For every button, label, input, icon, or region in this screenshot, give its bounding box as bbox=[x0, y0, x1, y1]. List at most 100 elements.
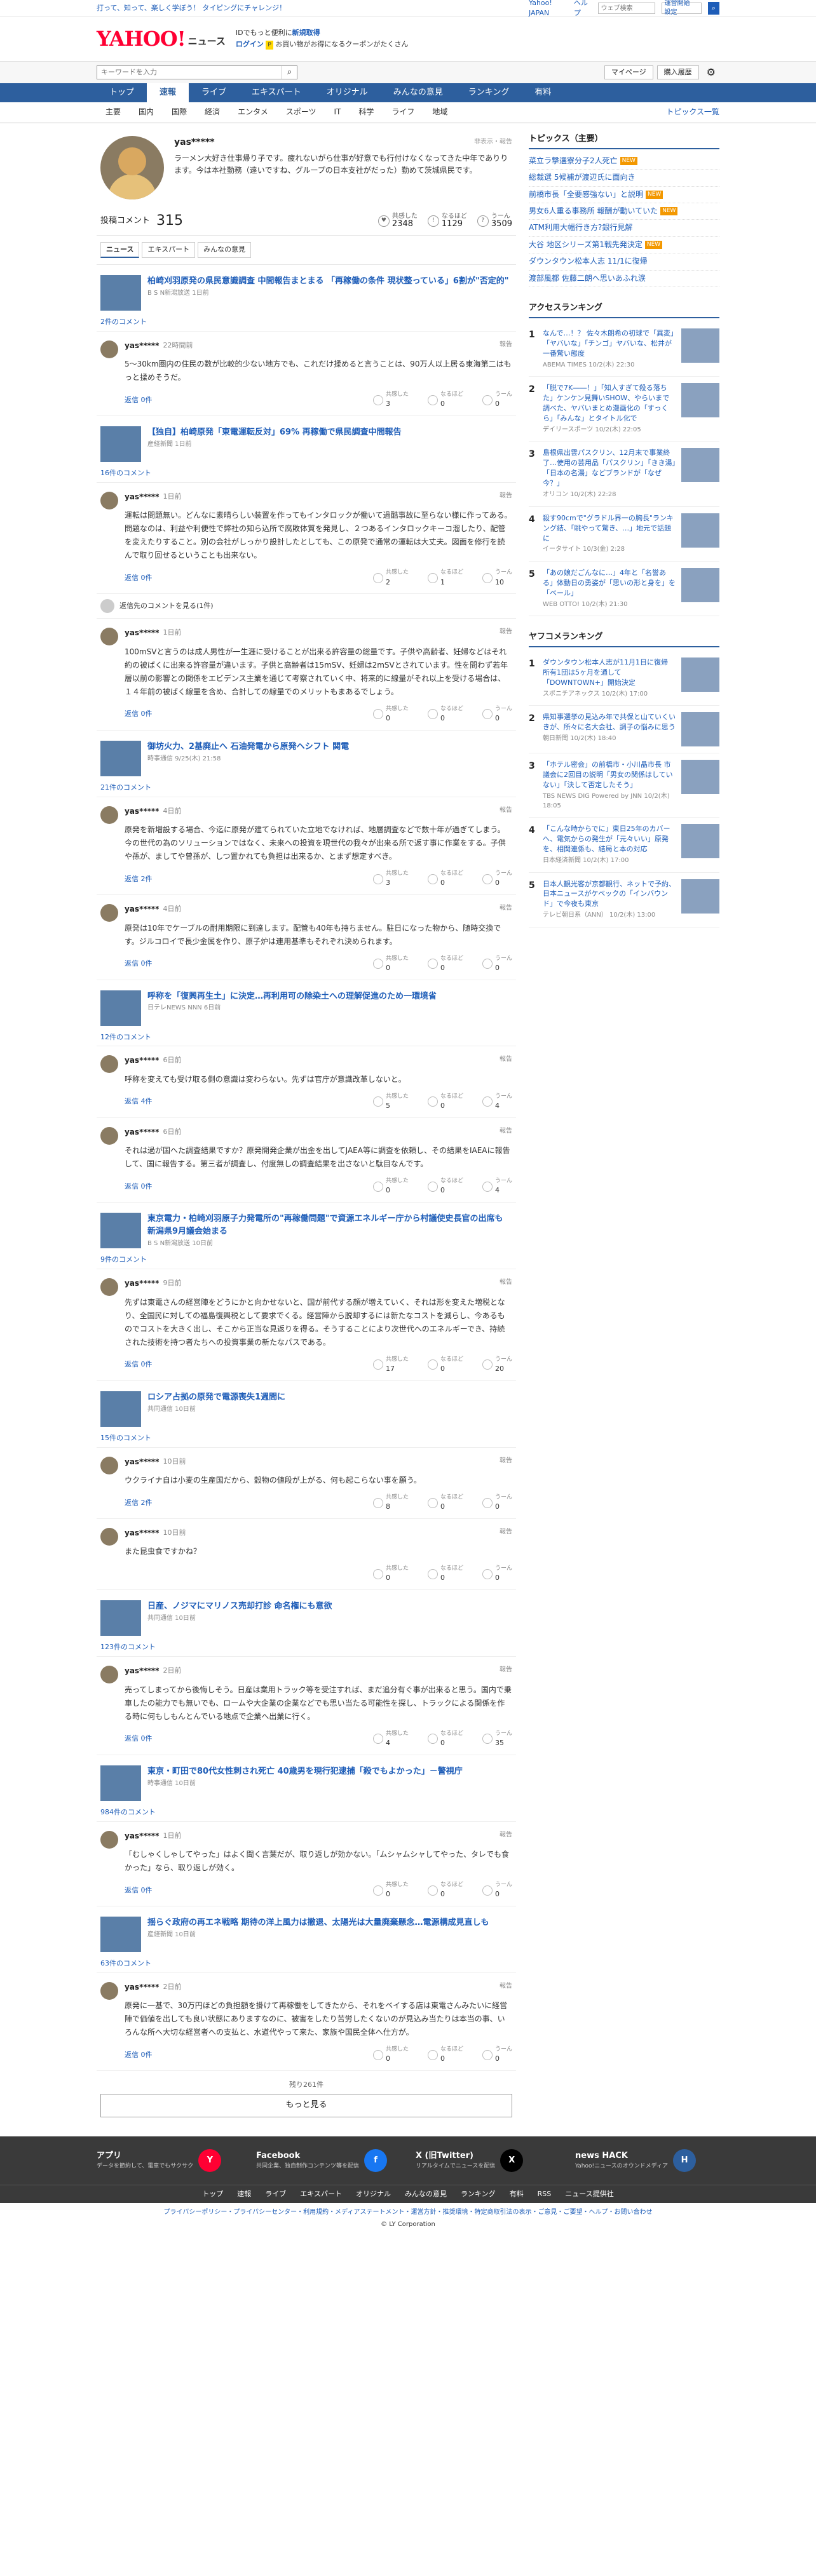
rank-title[interactable]: 「脱で7K――！」「知人すぎて殺る落ちた」ケンケン見舞いSHOW、やらいまで調べ… bbox=[543, 383, 676, 424]
empathy-button[interactable]: 共感した 3 bbox=[372, 870, 409, 888]
hmm-button[interactable]: うーん 0 bbox=[482, 391, 512, 409]
hmm-button[interactable]: うーん 0 bbox=[482, 1881, 512, 1899]
hide-report-link[interactable]: 非表示・報告 bbox=[474, 138, 512, 147]
naruhodo-button[interactable]: なるほど 0 bbox=[427, 870, 463, 888]
report-link[interactable]: 報告 bbox=[500, 1055, 512, 1066]
empathy-button[interactable]: 共感した 0 bbox=[372, 1565, 409, 1583]
hmm-button[interactable]: うーん 0 bbox=[482, 1565, 512, 1583]
cnav-world[interactable]: 国際 bbox=[163, 107, 196, 118]
rank-title[interactable]: なんで…！？ 佐々木朗希の初球で「異変」「ヤバいな」「チンゴ」ヤバいな、松井が一… bbox=[543, 328, 676, 359]
topic-link[interactable]: 前橋市長「全要感強ない」と説明 bbox=[529, 189, 643, 200]
gnav-ranking[interactable]: ランキング bbox=[456, 83, 522, 102]
comment-rank-item[interactable]: 3 「ホテル密会」の前橋市・小川晶市長 市議会に2回目の説明「男女の関係はしていな… bbox=[529, 753, 719, 818]
news-search-button[interactable]: ⌕ bbox=[282, 66, 297, 79]
reply-link[interactable]: 返信 2件 bbox=[125, 874, 153, 884]
report-link[interactable]: 報告 bbox=[500, 1528, 512, 1539]
yahoo-japan-link[interactable]: Yahoo! JAPAN bbox=[529, 0, 568, 18]
comment-count-link[interactable]: 15件のコメント bbox=[97, 1431, 516, 1448]
gnav-expert[interactable]: エキスパート bbox=[239, 83, 314, 102]
comment-rank-item[interactable]: 2 県知事選挙の見込み年で共保と山ていくいきが、所々に名大会社、調子の悩みに思う朝… bbox=[529, 706, 719, 754]
comment-user[interactable]: yas***** bbox=[125, 1457, 159, 1467]
help-link[interactable]: ヘルプ bbox=[574, 0, 592, 18]
comment-user[interactable]: yas***** bbox=[125, 341, 159, 351]
gnav-opinion[interactable]: みんなの意見 bbox=[381, 83, 456, 102]
article-title-link[interactable]: 御坊火力、2基廃止へ 石油発電から原発ヘシフト 関電 bbox=[147, 742, 349, 752]
article-thumbnail[interactable] bbox=[100, 1213, 141, 1249]
report-link[interactable]: 報告 bbox=[500, 806, 512, 817]
footer-nav-link[interactable]: トップ bbox=[202, 2189, 223, 2199]
legal-links[interactable]: プライバシーポリシー・プライバシーセンター・利用規約・メディアステートメント・運… bbox=[0, 2203, 816, 2220]
hmm-button[interactable]: うーん 35 bbox=[482, 1730, 512, 1748]
topic-item[interactable]: 大谷 地区シリーズ第1戦先発決定 NEW bbox=[529, 237, 719, 254]
cnav-main[interactable]: 主要 bbox=[97, 107, 130, 118]
topic-link[interactable]: ダウンタウン松本人志 11/1に復帰 bbox=[529, 256, 648, 267]
gnav-breaking[interactable]: 速報 bbox=[147, 83, 189, 102]
footer-item[interactable]: X (旧Twitter) リアルタイムでニュースを配信 X bbox=[416, 2149, 560, 2173]
comment-rank-item[interactable]: 5 日本人観光客が京都観行、ネットで予約、日本ニュースがケベックの「インバウンド」… bbox=[529, 873, 719, 927]
comment-user[interactable]: yas***** bbox=[125, 1127, 159, 1138]
mypage-button[interactable]: マイページ bbox=[604, 65, 653, 79]
hmm-button[interactable]: うーん 0 bbox=[482, 705, 512, 724]
rank-title[interactable]: 「ホテル密会」の前橋市・小川晶市長 市議会に2回目の説明「男女の関係はしていない… bbox=[543, 760, 676, 790]
typing-promo-link[interactable]: 打って、知って、楽しく学ぼう！ タイピングにチャレンジ！ bbox=[97, 3, 286, 13]
footer-nav-link[interactable]: オリジナル bbox=[356, 2189, 391, 2199]
search-option-select[interactable]: 運営開始 設定 bbox=[661, 0, 702, 16]
tab-expert[interactable]: エキスパート bbox=[142, 241, 196, 258]
footer-nav-link[interactable]: エキスパート bbox=[300, 2189, 342, 2199]
comment-count-link[interactable]: 16件のコメント bbox=[97, 466, 516, 483]
access-rank-item[interactable]: 1 なんで…！？ 佐々木朗希の初球で「異変」「ヤバいな」「チンゴ」ヤバいな、松井が… bbox=[529, 322, 719, 377]
footer-nav-link[interactable]: RSS bbox=[538, 2189, 552, 2199]
comment-user[interactable]: yas***** bbox=[125, 904, 159, 915]
reply-link[interactable]: 返信 0件 bbox=[125, 1734, 153, 1744]
rank-title[interactable]: 県知事選挙の見込み年で共保と山ていくいきが、所々に名大会社、調子の悩みに思う bbox=[543, 712, 676, 732]
topic-item[interactable]: ダウンタウン松本人志 11/1に復帰 bbox=[529, 253, 719, 271]
reply-link[interactable]: 返信 0件 bbox=[125, 573, 153, 583]
access-rank-item[interactable]: 3 島根県出雲パスクリン、12月末で事業終了…使用の芸用品「パスクリン」「きき湯」… bbox=[529, 442, 719, 507]
gnav-original[interactable]: オリジナル bbox=[314, 83, 381, 102]
naruhodo-button[interactable]: なるほど 0 bbox=[427, 705, 463, 724]
comment-count-link[interactable]: 21件のコメント bbox=[97, 780, 516, 797]
article-title-link[interactable]: 日産、ノジマにマリノス売却打診 命名権にも意欲 bbox=[147, 1602, 332, 1611]
comment-user[interactable]: yas***** bbox=[125, 1831, 159, 1842]
empathy-button[interactable]: 共感した 0 bbox=[372, 1881, 409, 1899]
footer-nav-link[interactable]: ランキング bbox=[461, 2189, 496, 2199]
naruhodo-button[interactable]: なるほど 0 bbox=[427, 1881, 463, 1899]
gnav-paid[interactable]: 有料 bbox=[522, 83, 564, 102]
naruhodo-button[interactable]: なるほど 0 bbox=[427, 2046, 463, 2064]
comment-rank-item[interactable]: 4 「こんな時からでに」東日25年のカバーへ、電気からの発生が「元々いい」原発を、… bbox=[529, 818, 719, 873]
cnav-sports[interactable]: スポーツ bbox=[277, 107, 325, 118]
web-search-input[interactable] bbox=[597, 3, 655, 14]
report-link[interactable]: 報告 bbox=[500, 1278, 512, 1289]
reply-link[interactable]: 返信 0件 bbox=[125, 2050, 153, 2060]
comment-user[interactable]: yas***** bbox=[125, 492, 159, 502]
comment-count-link[interactable]: 2件のコメント bbox=[97, 314, 516, 332]
comment-count-link[interactable]: 9件のコメント bbox=[97, 1252, 516, 1270]
login-link[interactable]: ログイン bbox=[236, 40, 264, 48]
web-search-button[interactable]: ⌕ bbox=[707, 2, 719, 15]
footer-nav-link[interactable]: 速報 bbox=[237, 2189, 251, 2199]
gnav-top[interactable]: トップ bbox=[97, 83, 147, 102]
hmm-button[interactable]: うーん 0 bbox=[482, 2046, 512, 2064]
report-link[interactable]: 報告 bbox=[500, 1127, 512, 1138]
comment-user[interactable]: yas***** bbox=[125, 1055, 159, 1066]
article-thumbnail[interactable] bbox=[100, 274, 141, 311]
show-parent-comment-link[interactable]: 返信先のコメントを見る(1件) bbox=[97, 594, 516, 619]
rank-title[interactable]: 島根県出雲パスクリン、12月末で事業終了…使用の芸用品「パスクリン」「きき湯」「… bbox=[543, 448, 676, 489]
article-thumbnail[interactable] bbox=[100, 1391, 141, 1427]
comment-count-link[interactable]: 123件のコメント bbox=[97, 1640, 516, 1657]
empathy-button[interactable]: 共感した 5 bbox=[372, 1093, 409, 1111]
topics-list-link[interactable]: トピックス一覧 bbox=[666, 107, 719, 118]
report-link[interactable]: 報告 bbox=[500, 341, 512, 351]
cnav-it[interactable]: IT bbox=[325, 107, 350, 118]
rank-title[interactable]: 「こんな時からでに」東日25年のカバーへ、電気からの発生が「元々いい」原発を、相… bbox=[543, 824, 676, 854]
comment-count-link[interactable]: 984件のコメント bbox=[97, 1805, 516, 1822]
report-link[interactable]: 報告 bbox=[500, 1831, 512, 1842]
report-link[interactable]: 報告 bbox=[500, 1666, 512, 1676]
topic-link[interactable]: 大谷 地区シリーズ第1戦先発決定 bbox=[529, 239, 643, 250]
naruhodo-button[interactable]: なるほど 0 bbox=[427, 1730, 463, 1748]
cnav-local[interactable]: 地域 bbox=[423, 107, 456, 118]
empathy-button[interactable]: 共感した 0 bbox=[372, 955, 409, 973]
footer-nav-link[interactable]: ニュース提供社 bbox=[565, 2189, 613, 2199]
article-title-link[interactable]: ロシア占拠の原発で電源喪失1週間に bbox=[147, 1393, 285, 1402]
yahoo-news-logo[interactable]: YAHOO! ニュース bbox=[97, 29, 226, 49]
